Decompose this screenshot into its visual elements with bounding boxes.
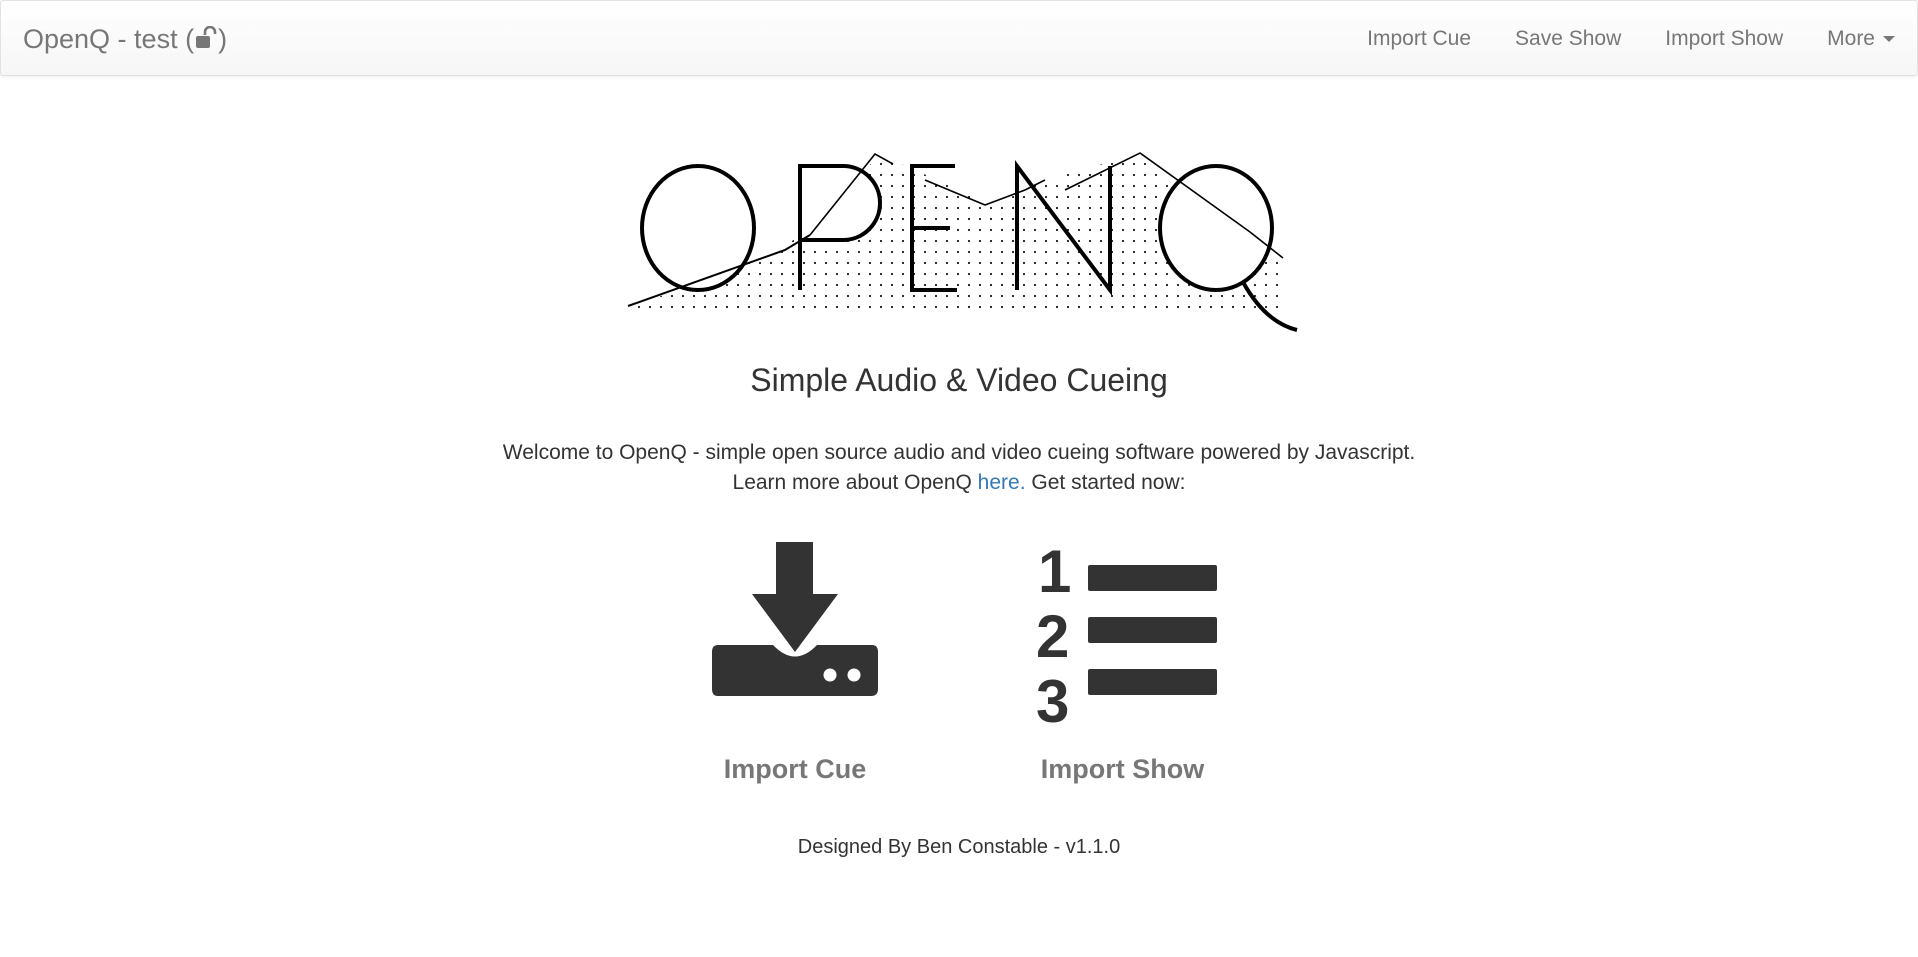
welcome-line-1: Welcome to OpenQ - simple open source au…: [502, 441, 1416, 464]
openq-logo: [625, 150, 1305, 345]
nav-import-show[interactable]: Import Show: [1643, 1, 1805, 77]
page-subtitle: Simple Audio & Video Cueing: [750, 362, 1168, 398]
app-title[interactable]: OpenQ - test (): [23, 1, 227, 77]
app-title-close: ): [218, 24, 228, 54]
svg-text:1: 1: [1038, 540, 1071, 605]
import-cue-action[interactable]: Import Cue: [700, 540, 890, 785]
navbar-menu: Import Cue Save Show Import Show More: [1345, 1, 1917, 77]
nav-more-dropdown[interactable]: More: [1805, 1, 1917, 77]
welcome-text: Welcome to OpenQ - simple open source au…: [0, 438, 1918, 498]
import-cue-label: Import Cue: [723, 754, 867, 784]
numbered-list-icon: 1 2 3: [1036, 540, 1217, 725]
welcome-line-2-suffix: Get started now:: [1025, 471, 1186, 494]
nav-save-show-label: Save Show: [1515, 27, 1622, 50]
nav-import-cue[interactable]: Import Cue: [1345, 1, 1493, 77]
welcome-line-2-prefix: Learn more about OpenQ: [732, 471, 978, 494]
import-icon: [712, 542, 878, 696]
footer-credit: Designed By Ben Constable - v1.1.0: [797, 836, 1121, 858]
navbar: OpenQ - test () Import Cue Save Show Imp…: [0, 0, 1918, 76]
svg-text:3: 3: [1036, 668, 1069, 725]
caret-down-icon: [1883, 36, 1895, 42]
nav-import-show-label: Import Show: [1665, 27, 1784, 50]
app-title-text: OpenQ - test (: [23, 24, 195, 54]
unlock-icon[interactable]: [194, 3, 218, 79]
import-show-label: Import Show: [1040, 754, 1205, 784]
svg-text:2: 2: [1036, 603, 1069, 670]
nav-import-cue-label: Import Cue: [1367, 27, 1472, 50]
nav-more-label: More: [1827, 27, 1875, 50]
learn-more-link[interactable]: here.: [978, 471, 1026, 494]
nav-save-show[interactable]: Save Show: [1493, 1, 1643, 77]
import-show-action[interactable]: 1 2 3 Import Show: [1020, 540, 1225, 785]
welcome-line-2: Learn more about OpenQ here. Get started…: [0, 468, 1918, 498]
